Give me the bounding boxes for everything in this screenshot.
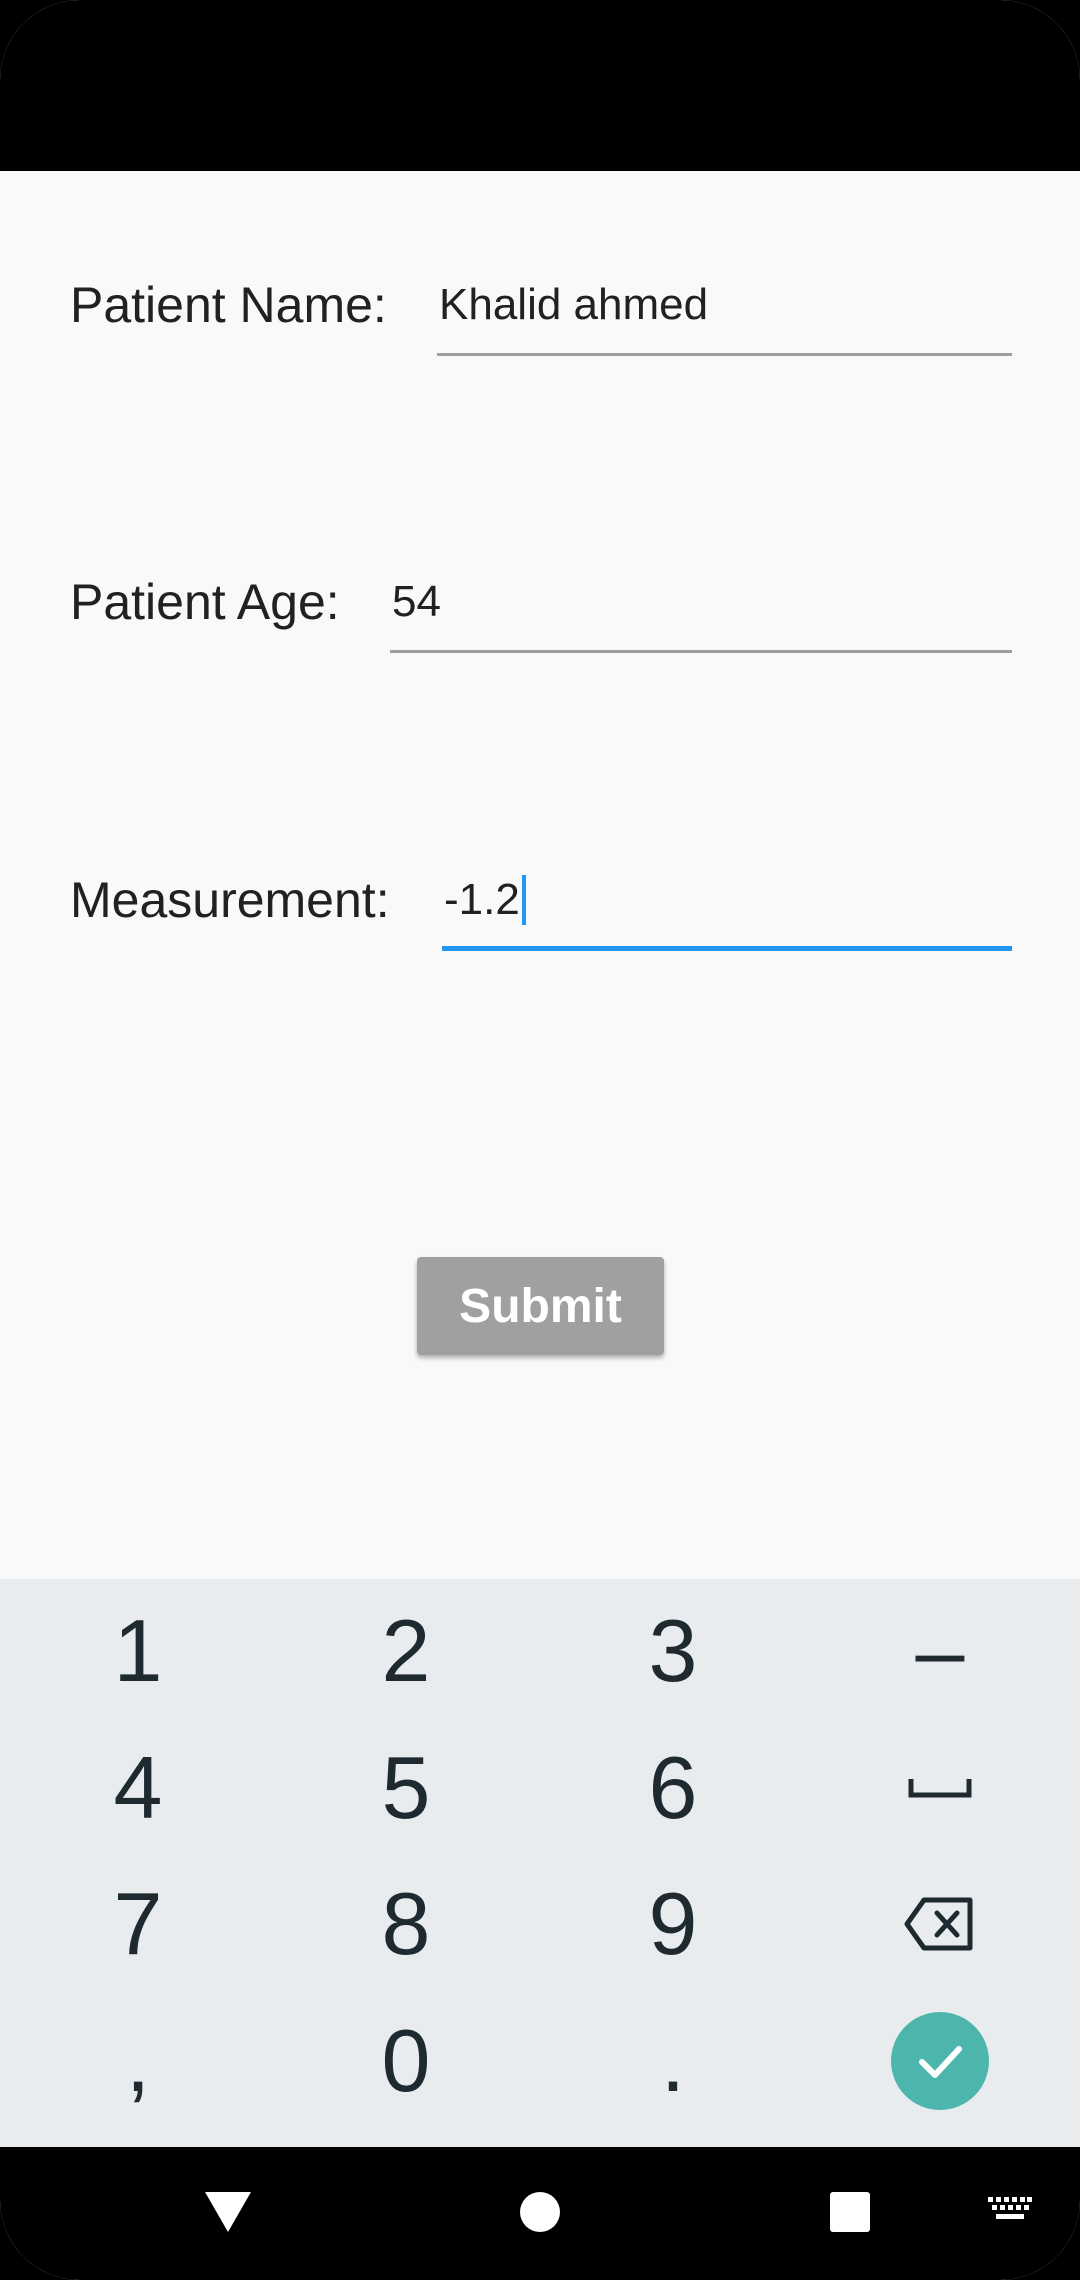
key-done[interactable] <box>806 1992 1074 2129</box>
keyboard-switch-icon[interactable] <box>975 2182 1045 2242</box>
measurement-label: Measurement: <box>70 872 390 928</box>
patient-age-label: Patient Age: <box>70 574 340 630</box>
home-icon[interactable] <box>500 2172 580 2252</box>
key-5[interactable]: 5 <box>272 1719 540 1856</box>
patient-age-field[interactable]: 54 <box>390 553 1012 653</box>
key-9[interactable]: 9 <box>539 1855 807 1992</box>
space-icon <box>908 1778 972 1797</box>
patient-age-value: 54 <box>392 577 441 626</box>
key-6[interactable]: 6 <box>539 1719 807 1856</box>
backspace-icon <box>904 1897 973 1950</box>
measurement-row: Measurement: -1.2 <box>0 841 1080 961</box>
key-2[interactable]: 2 <box>272 1582 540 1719</box>
numeric-keyboard: 1 2 3 – 4 5 6 7 8 9 , 0 . <box>0 1579 1080 2147</box>
measurement-field[interactable]: -1.2 <box>442 851 1012 951</box>
key-0[interactable]: 0 <box>272 1992 540 2129</box>
patient-name-field[interactable]: Khalid ahmed <box>437 256 1012 356</box>
key-backspace[interactable] <box>806 1855 1074 1992</box>
measurement-value-wrap: -1.2 <box>444 875 526 925</box>
key-8[interactable]: 8 <box>272 1855 540 1992</box>
key-7[interactable]: 7 <box>4 1855 272 1992</box>
patient-name-label: Patient Name: <box>70 277 387 333</box>
patient-name-row: Patient Name: Khalid ahmed <box>0 246 1080 366</box>
text-cursor <box>521 875 526 925</box>
recents-icon[interactable] <box>810 2172 890 2252</box>
key-space[interactable] <box>806 1719 1074 1856</box>
status-bar <box>0 0 1080 171</box>
patient-age-row: Patient Age: 54 <box>0 543 1080 663</box>
system-navigation-bar <box>0 2147 1080 2280</box>
key-1[interactable]: 1 <box>4 1582 272 1719</box>
back-icon[interactable] <box>188 2177 268 2247</box>
submit-button[interactable]: Submit <box>417 1257 664 1355</box>
patient-name-value: Khalid ahmed <box>439 280 709 329</box>
measurement-value: -1.2 <box>444 875 520 924</box>
key-3[interactable]: 3 <box>539 1582 807 1719</box>
key-period[interactable]: . <box>539 1992 807 2129</box>
key-minus[interactable]: – <box>806 1582 1074 1719</box>
key-4[interactable]: 4 <box>4 1719 272 1856</box>
checkmark-icon <box>891 2011 989 2110</box>
key-comma[interactable]: , <box>4 1992 272 2129</box>
patient-form: Patient Name: Khalid ahmed Patient Age: … <box>0 171 1080 1579</box>
app-screen: Patient Name: Khalid ahmed Patient Age: … <box>0 0 1080 2280</box>
